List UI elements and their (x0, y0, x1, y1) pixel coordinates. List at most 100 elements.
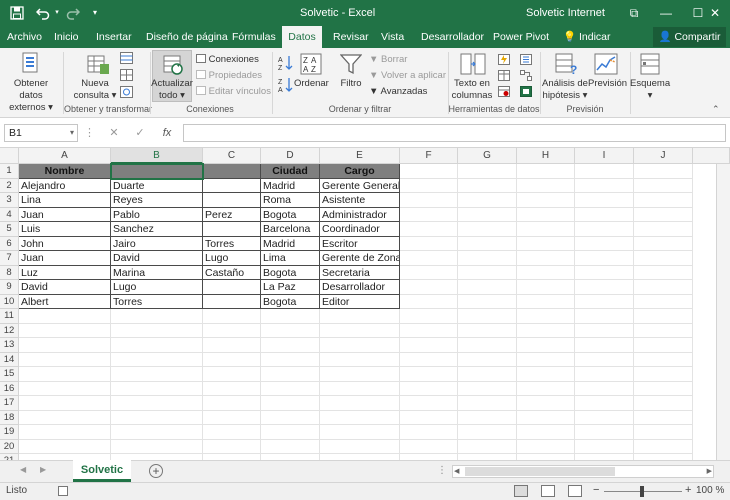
cell-i13[interactable] (575, 338, 634, 353)
cell-c20[interactable] (203, 439, 261, 454)
cell-c9[interactable] (203, 280, 261, 295)
cell-a14[interactable] (19, 352, 111, 367)
tab-insertar[interactable]: Insertar (93, 26, 135, 48)
cell-a10[interactable]: Albert (19, 294, 111, 309)
cell-c8[interactable]: Castaño (203, 265, 261, 280)
cell-j4[interactable] (634, 207, 693, 222)
cell-j15[interactable] (634, 367, 693, 382)
cell-h6[interactable] (517, 236, 575, 251)
row-header-9[interactable]: 9 (0, 280, 19, 295)
cell-a15[interactable] (19, 367, 111, 382)
cell-h10[interactable] (517, 294, 575, 309)
cell-d20[interactable] (261, 439, 320, 454)
cell-e13[interactable] (320, 338, 400, 353)
cell-j3[interactable] (634, 193, 693, 208)
cell-e7[interactable]: Gerente de Zona (320, 251, 400, 266)
cell-g4[interactable] (458, 207, 517, 222)
cell-h4[interactable] (517, 207, 575, 222)
undo-icon[interactable] (34, 0, 52, 26)
zoom-out-button[interactable]: − (593, 484, 599, 496)
cell-f15[interactable] (400, 367, 458, 382)
cell-g2[interactable] (458, 178, 517, 193)
cell-f16[interactable] (400, 381, 458, 396)
cell-e16[interactable] (320, 381, 400, 396)
cell-c3[interactable] (203, 193, 261, 208)
column-header-d[interactable]: D (261, 148, 320, 164)
cell-i10[interactable] (575, 294, 634, 309)
cell-h20[interactable] (517, 439, 575, 454)
cell-b7[interactable]: David (111, 251, 203, 266)
cell-i18[interactable] (575, 410, 634, 425)
cell-i20[interactable] (575, 439, 634, 454)
new-query-button[interactable]: Nueva consulta ▾ (72, 78, 118, 102)
cell-h13[interactable] (517, 338, 575, 353)
cell-g19[interactable] (458, 425, 517, 440)
cell-c10[interactable] (203, 294, 261, 309)
cell-d7[interactable]: Lima (261, 251, 320, 266)
cell-e11[interactable] (320, 309, 400, 324)
horizontal-scrollbar[interactable]: ◀ ▶ (452, 465, 714, 478)
tab-formulas[interactable]: Fórmulas (229, 26, 279, 48)
normal-view-icon[interactable] (514, 485, 528, 497)
worksheet-grid[interactable]: A B C D E F G H I J 1 2 3 4 5 6 7 8 9 10 11 12 13 14 15 16 17 18 19 2… (0, 148, 730, 460)
cell-j7[interactable] (634, 251, 693, 266)
forecast-sheet-button[interactable]: Previsión (588, 78, 627, 90)
cell-e15[interactable] (320, 367, 400, 382)
row-header-5[interactable]: 5 (0, 222, 19, 237)
cell-b19[interactable] (111, 425, 203, 440)
cell-a13[interactable] (19, 338, 111, 353)
cell-j20[interactable] (634, 439, 693, 454)
zoom-slider-thumb[interactable] (640, 486, 644, 497)
ribbon-display-icon[interactable]: ⧉ (618, 0, 650, 26)
cell-c15[interactable] (203, 367, 261, 382)
cell-i2[interactable] (575, 178, 634, 193)
what-if-analysis-button[interactable]: Análisis de hipótesis ▾ (541, 78, 589, 102)
column-header-a[interactable]: A (19, 148, 111, 164)
cell-g14[interactable] (458, 352, 517, 367)
cell-h5[interactable] (517, 222, 575, 237)
more-sheets-icon[interactable]: ⋮ (437, 465, 447, 476)
cell-e10[interactable]: Editor (320, 294, 400, 309)
connections-button[interactable]: Conexiones (196, 54, 259, 66)
cell-j8[interactable] (634, 265, 693, 280)
cell-g7[interactable] (458, 251, 517, 266)
cell-f7[interactable] (400, 251, 458, 266)
row-header-18[interactable]: 18 (0, 410, 19, 425)
cell-g20[interactable] (458, 439, 517, 454)
tab-vista[interactable]: Vista (378, 26, 407, 48)
cell-g6[interactable] (458, 236, 517, 251)
cell-i17[interactable] (575, 396, 634, 411)
cell-a7[interactable]: Juan (19, 251, 111, 266)
cell-g16[interactable] (458, 381, 517, 396)
cell-i7[interactable] (575, 251, 634, 266)
minimize-icon[interactable]: — (650, 0, 682, 26)
vertical-scrollbar[interactable] (716, 164, 730, 460)
cell-f12[interactable] (400, 323, 458, 338)
cell-b4[interactable]: Pablo (111, 207, 203, 222)
remove-duplicates-icon[interactable] (498, 70, 510, 84)
tell-me-search[interactable]: 💡 Indicar (560, 26, 614, 48)
cell-f5[interactable] (400, 222, 458, 237)
cell-e18[interactable] (320, 410, 400, 425)
sort-button[interactable]: Ordenar (294, 78, 329, 90)
cell-b10[interactable]: Torres (111, 294, 203, 309)
cell-g18[interactable] (458, 410, 517, 425)
cell-e19[interactable] (320, 425, 400, 440)
row-header-13[interactable]: 13 (0, 338, 19, 353)
cell-c12[interactable] (203, 323, 261, 338)
sort-az-icon[interactable]: AZ (278, 54, 294, 75)
cell-e17[interactable] (320, 396, 400, 411)
column-header-g[interactable]: G (458, 148, 517, 164)
cell-j17[interactable] (634, 396, 693, 411)
from-table-icon[interactable] (120, 69, 133, 84)
cell-i8[interactable] (575, 265, 634, 280)
tab-diseno-pagina[interactable]: Diseño de página (143, 26, 231, 48)
cell-a17[interactable] (19, 396, 111, 411)
cell-i16[interactable] (575, 381, 634, 396)
cell-b11[interactable] (111, 309, 203, 324)
cell-f19[interactable] (400, 425, 458, 440)
clear-button[interactable]: ▼ Borrar (369, 54, 407, 66)
row-header-2[interactable]: 2 (0, 178, 19, 193)
cell-c5[interactable] (203, 222, 261, 237)
share-button[interactable]: 👤 Compartir (653, 27, 726, 47)
